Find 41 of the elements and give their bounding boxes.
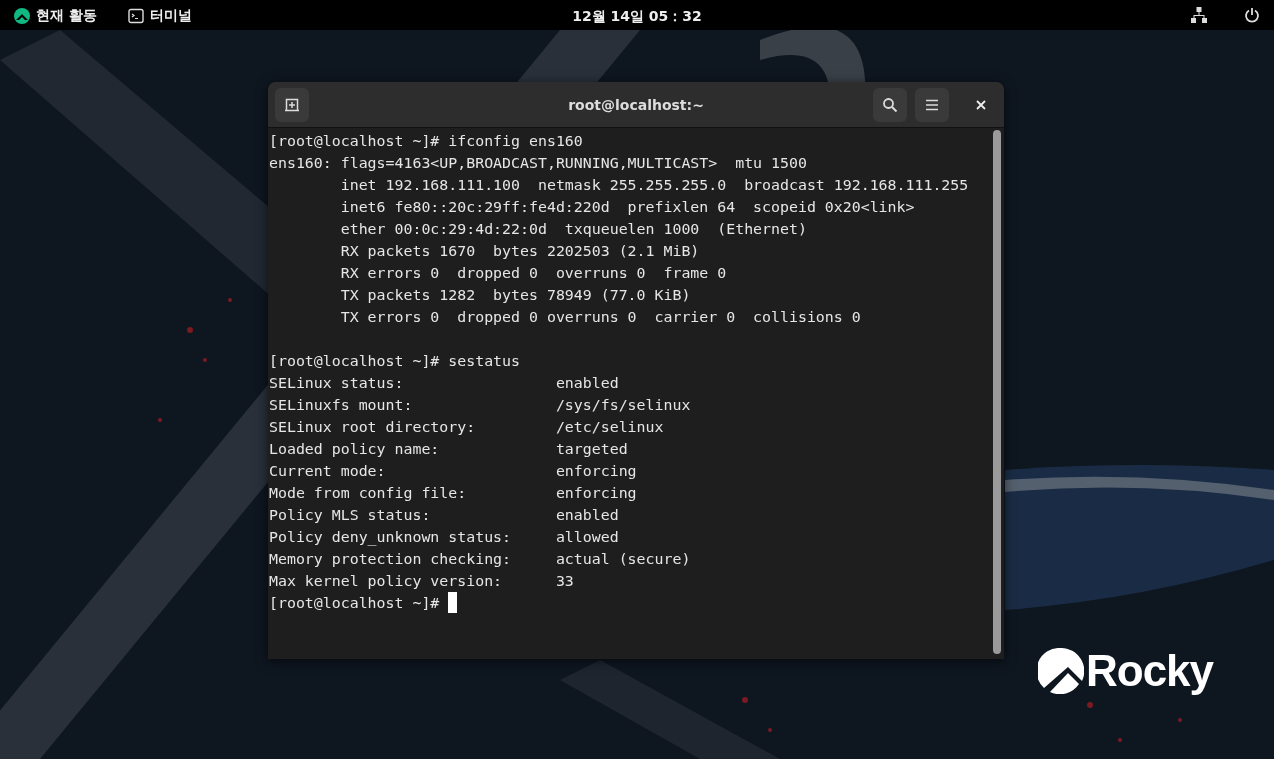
terminal-line: Loaded policy name: targeted	[269, 440, 628, 458]
terminal-line: TX errors 0 dropped 0 overruns 0 carrier 0 collisions 0	[339, 308, 861, 326]
activities-button[interactable]: 현재 활동	[36, 5, 97, 26]
menu-button[interactable]	[915, 88, 949, 122]
terminal-line: SELinuxfs mount: /sys/fs/selinux	[269, 396, 691, 414]
new-tab-button[interactable]	[275, 88, 309, 122]
scrollbar-thumb[interactable]	[993, 130, 1001, 654]
terminal-line: [root@localhost ~]#	[269, 594, 441, 612]
terminal-line: SELinux status: enabled	[269, 374, 619, 392]
logo-text: Rocky	[1086, 649, 1214, 693]
terminal-line: ens160: flags=4163<UP,BROADCAST,RUNNING,MULTICAST> mtu 1500	[269, 154, 807, 172]
terminal-line: Max kernel policy version: 33	[269, 572, 574, 590]
paint-splatter-drawing	[742, 697, 772, 732]
terminal-line: Mode from config file: enforcing	[269, 484, 637, 502]
rocky-logo-icon	[14, 7, 30, 24]
terminal-line: Policy deny_unknown status: allowed	[269, 528, 619, 546]
terminal-line: TX packets 1282 bytes 78949 (77.0 KiB)	[339, 286, 691, 304]
terminal-line: RX errors 0 dropped 0 overruns 0 frame 0	[339, 264, 727, 282]
search-icon	[882, 97, 898, 113]
new-tab-icon	[284, 97, 300, 113]
terminal-line: Memory protection checking: actual (secure)	[269, 550, 691, 568]
cursor	[448, 592, 458, 613]
terminal-line: Current mode: enforcing	[269, 462, 637, 480]
terminal-icon	[128, 7, 144, 24]
terminal-line: inet 192.168.111.100 netmask 255.255.255.0 broadcast 192.168.111.255	[339, 176, 969, 194]
network-icon[interactable]	[1191, 7, 1207, 23]
terminal-line: inet6 fe80::20c:29ff:fe4d:220d prefixlen 64 scopeid 0x20<link>	[339, 198, 915, 216]
app-menu-button[interactable]: 터미널	[150, 5, 192, 26]
terminal-line: [root@localhost ~]# sestatus	[269, 352, 521, 370]
close-icon	[975, 99, 987, 111]
terminal-line: SELinux root directory: /etc/selinux	[269, 418, 664, 436]
terminal-line: RX packets 1670 bytes 2202503 (2.1 MiB)	[339, 242, 700, 260]
terminal-line: Policy MLS status: enabled	[269, 506, 619, 524]
terminal-line: ether 00:0c:29:4d:22:0d txqueuelen 1000 (Ethernet)	[339, 220, 807, 238]
search-button[interactable]	[873, 88, 907, 122]
clock[interactable]: 12월 14일 05：32	[572, 6, 702, 27]
rocky-logo-icon	[1038, 648, 1084, 694]
terminal-line: [root@localhost ~]# ifconfig ens160	[269, 132, 583, 150]
menu-icon	[925, 99, 939, 111]
window-title: root@localhost:~	[568, 96, 704, 115]
power-icon[interactable]	[1244, 7, 1260, 23]
